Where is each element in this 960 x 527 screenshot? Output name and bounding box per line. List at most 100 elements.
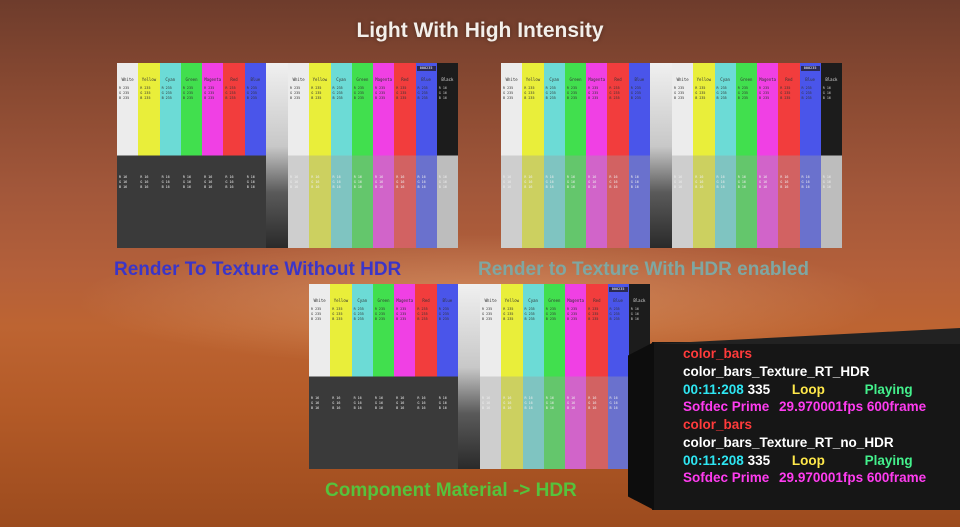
info-decoder: Sofdec Prime	[683, 470, 770, 486]
color-bar-values: R 235 G 235 B 235	[374, 307, 386, 321]
color-bar-label: Red	[422, 298, 430, 303]
color-bar-lower-values: R 16 G 16 B 16	[759, 175, 768, 189]
color-bar-label: Cyan	[336, 77, 346, 82]
color-bar-lower-values: R 16 G 16 B 16	[417, 175, 426, 189]
color-bar-values: R 235 G 235 B 235	[482, 307, 493, 321]
color-bar: Red R 235 G 235 B 235 R 16 G 16 B 16	[223, 63, 245, 248]
color-bar-label: Yellow	[525, 77, 541, 82]
color-bar-values: R 235 G 235 B 235	[332, 307, 343, 321]
color-bar-label: Cyan	[549, 77, 560, 82]
color-bar-lower-values: R 16 G 16 B 16	[161, 175, 170, 189]
color-bar-values: R 235 G 235 B 235	[524, 307, 535, 321]
color-bar-label: White	[484, 298, 497, 303]
color-bar-values: R 235 G 235 B 235	[716, 86, 727, 100]
color-bar: White R 235 G 235 B 235 R 16 G 16 B 16	[672, 63, 694, 248]
color-bar: Yellow R 235 G 235 B 235 R 16 G 16 B 16	[138, 63, 160, 248]
color-bar: Green R 235 G 235 B 235 R 16 G 16 B 16	[351, 63, 373, 248]
color-bar: White R 235 G 235 B 235 R 16 G 16 B 16	[480, 284, 502, 469]
color-bar-lower-values: R 16 G 16 B 16	[695, 175, 704, 189]
color-bar-lower-values: R 16 G 16 B 16	[311, 396, 320, 410]
color-bar: Cyan R 235 G 235 B 235 R 16 G 16 B 16	[159, 63, 181, 248]
color-bar-lower-values: R 16 G 16 B 16	[246, 175, 255, 189]
color-bar-values: R 235 G 235 B 235	[567, 307, 578, 321]
color-bar: Blue R 235 G 235 B 235 R 16 G 16 B 16	[436, 284, 458, 469]
color-bar: Cyan R 235 G 235 B 235 R 16 G 16 B 16	[351, 284, 373, 469]
color-bar-lower-values: R 16 G 16 B 16	[438, 396, 447, 410]
color-bar-values: R 235 G 235 B 235	[524, 86, 535, 100]
color-bar-lower-values: R 16 G 16 B 16	[609, 175, 618, 189]
color-bar-label: Cyan	[357, 298, 368, 303]
info-loop: Loop	[791, 381, 825, 397]
info-state: Playing	[864, 381, 913, 397]
color-bar: Yellow R 235 G 235 B 235 R 16 G 16 B 16	[309, 63, 331, 248]
scene-title: Light With High Intensity	[356, 19, 604, 42]
color-bar-values: R 235 G 235 B 235	[737, 86, 748, 100]
playback-info-block-1: color_bars color_bars_Texture_RT_HDR 00:…	[683, 345, 926, 416]
color-bar-label: Magenta	[588, 77, 606, 82]
color-bar-label: Red	[614, 77, 622, 82]
color-bar-lower-values: R 16 G 16 B 16	[503, 396, 512, 410]
color-bar-label: Blue	[613, 298, 623, 303]
color-bar-label: Magenta	[375, 77, 393, 82]
color-bar-lower-values: R 16 G 16 B 16	[524, 396, 533, 410]
color-bar: White R 235 G 235 B 235 R 16 G 16 B 16	[117, 63, 139, 248]
color-bar-lower-values: R 16 G 16 B 16	[311, 175, 320, 189]
color-bar-lower-values: R 16 G 16 B 16	[396, 396, 405, 410]
color-bar-values: R 235 G 235 B 235	[161, 86, 172, 100]
color-bar-label: Yellow	[312, 77, 328, 82]
color-bar: Cyan R 235 G 235 B 235 R 16 G 16 B 16	[522, 284, 544, 469]
color-bar-label: Yellow	[696, 77, 712, 82]
color-bar: White R 235 G 235 B 235 R 16 G 16 B 16	[288, 63, 310, 248]
info-texture-name: color_bars_Texture_RT_HDR	[683, 363, 870, 379]
info-fps: 29.970001fps	[779, 399, 864, 415]
color-bar-lower-values: R 16 G 16 B 16	[482, 396, 491, 410]
caption-render-texture-hdr: Render to Texture With HDR enabled	[478, 259, 809, 280]
color-bar-label: Green	[548, 298, 561, 303]
color-bar: Green R 235 G 235 B 235 R 16 G 16 B 16	[543, 284, 565, 469]
color-bar-black: Black R 16 G 16 B 16 R 16 G 16 B 16	[820, 63, 842, 248]
color-bar-values: R 235 G 235 B 235	[759, 86, 770, 100]
color-bar-lower-values: R 16 G 16 B 16	[353, 396, 362, 410]
bar-group-right: White R 235 G 235 B 235 R 16 G 16 B 16 Yell…	[672, 63, 842, 248]
color-bar-label: Green	[356, 77, 369, 82]
color-bar-values: R 235 G 235 B 235	[396, 307, 407, 321]
color-bar-label: Blue	[805, 77, 815, 82]
color-bars-panel-no-hdr: White R 235 G 235 B 235 R 16 G 16 B 16 Yell…	[117, 63, 458, 248]
color-bar-values: R 235 G 235 B 235	[225, 86, 236, 100]
color-bar: Blue R 235 G 235 B 235 R 16 G 16 B 16	[244, 63, 266, 248]
color-bar-black: Black R 16 G 16 B 16 R 16 G 16 B 16	[436, 63, 458, 248]
info-state: Playing	[864, 452, 913, 468]
color-bar-values: R 235 G 235 B 235	[290, 86, 301, 100]
color-bar-label: Blue	[442, 298, 453, 303]
color-bar-label: Magenta	[396, 298, 414, 303]
color-bar: Red R 235 G 235 B 235 R 16 G 16 B 16	[394, 63, 416, 248]
color-bar-label: White	[121, 77, 134, 82]
color-bar-values: R 235 G 235 B 235	[566, 86, 578, 100]
color-bar-lower-values: R 16 G 16 B 16	[332, 396, 341, 410]
info-frame: 335	[747, 381, 771, 397]
color-bar-lower-values: R 16 G 16 B 16	[630, 175, 639, 189]
color-bar-lower-values: R 16 G 16 B 16	[524, 175, 533, 189]
color-bar-lower-values: R 16 G 16 B 16	[332, 175, 341, 189]
color-bar-values: R 235 G 235 B 235	[417, 86, 428, 100]
color-bar: White R 235 G 235 B 235 R 16 G 16 B 16	[309, 284, 331, 469]
color-bar-label: Cyan	[165, 77, 176, 82]
luma-gradient	[266, 63, 288, 248]
color-bar: Cyan R 235 G 235 B 235 R 16 G 16 B 16	[714, 63, 736, 248]
color-bar-lower-values: R 16 G 16 B 16	[438, 175, 447, 189]
color-bar: Magenta R 235 G 235 B 235 R 16 G 16 B 16	[757, 63, 779, 248]
color-bar-values: R 235 G 235 B 235	[503, 86, 514, 100]
color-bar: White R 235 G 235 B 235 R 16 G 16 B 16	[501, 63, 523, 248]
color-bar-label: Magenta	[567, 298, 585, 303]
color-bar: Yellow R 235 G 235 B 235 R 16 G 16 B 16	[522, 63, 544, 248]
color-bar-lower-values: R 16 G 16 B 16	[545, 175, 554, 189]
color-bar-label: White	[505, 77, 518, 82]
color-bar-lower-values: R 16 G 16 B 16	[716, 175, 725, 189]
color-bar-values: R 235 G 235 B 235	[545, 86, 556, 100]
color-bar-lower-values: R 16 G 16 B 16	[375, 175, 384, 189]
color-bar-values: R 235 G 235 B 235	[503, 307, 514, 321]
bar-group-right: White R 235 G 235 B 235 R 16 G 16 B 16 Yell…	[288, 63, 458, 248]
color-bar-lower-values: R 16 G 16 B 16	[396, 175, 405, 189]
color-bar-label: Yellow	[504, 298, 520, 303]
color-bar-label: Magenta	[759, 77, 777, 82]
